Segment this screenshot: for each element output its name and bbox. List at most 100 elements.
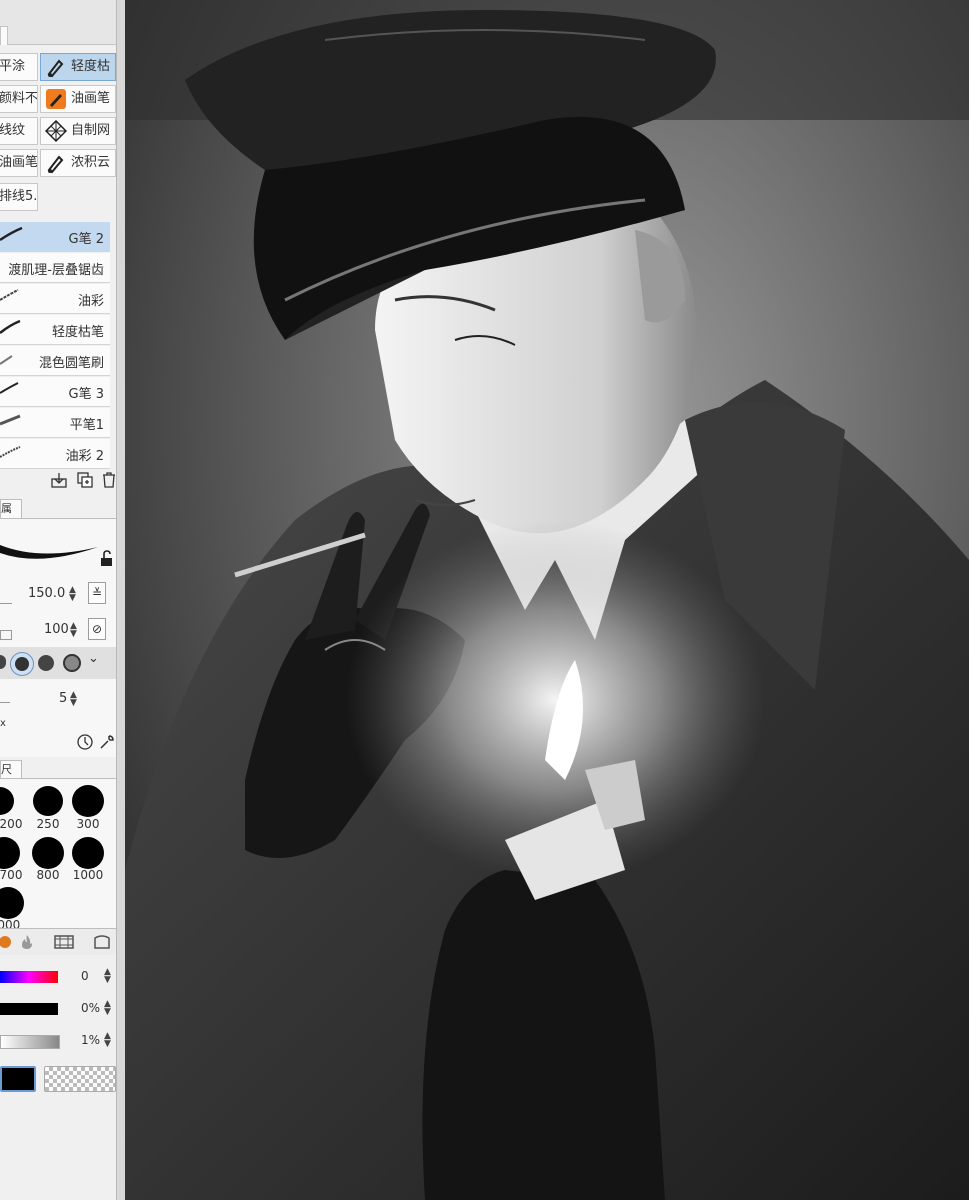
brush-item[interactable]: G笔 2 [0, 222, 110, 252]
stabilization-value[interactable]: 5 [59, 691, 67, 706]
subtool-light-dry[interactable]: 轻度枯 [40, 53, 116, 81]
opacity-spinner[interactable]: ▲ ▼ [70, 622, 80, 639]
size-preset-label: 700 [0, 868, 23, 882]
artwork [125, 0, 969, 1200]
brush-size-panel: 200 250 300 700 800 1000 1000 [0, 778, 116, 932]
subtool-oil-brush[interactable]: 油画笔 [40, 85, 116, 113]
subtool-oil[interactable]: 油画笔 [0, 149, 38, 177]
subtool-label: 浓积云 [71, 155, 111, 170]
brush-tip-option[interactable] [38, 655, 54, 671]
brush-item[interactable]: 混色圆笔刷 [0, 346, 110, 376]
canvas[interactable] [125, 0, 969, 1200]
brush-item-label: 油彩 2 [65, 449, 104, 464]
tab-brush-size[interactable]: 尺寸 [0, 760, 22, 794]
size-dynamics-button[interactable]: ≚ [88, 582, 106, 604]
hue-slider[interactable] [0, 971, 58, 983]
brush-item-label: 渡肌理-层叠锯齿 [8, 263, 104, 278]
subtool-line-texture[interactable]: 线纹 [0, 117, 38, 145]
stroke-preview-icon [0, 226, 23, 242]
stroke-preview-icon [0, 382, 19, 394]
subtool-label: 油画笔 [0, 155, 38, 170]
size-preset-label: 1000 [72, 868, 104, 882]
chevron-down-icon[interactable]: ⌄ [88, 651, 106, 673]
size-preset-dot[interactable] [32, 837, 64, 869]
brush-item[interactable]: 轻度枯笔 [0, 315, 110, 345]
subtool-label: 平涂 [0, 59, 26, 74]
subtool-flat[interactable]: 平涂 [0, 53, 38, 81]
brush-size-value[interactable]: 150.0 [28, 586, 65, 601]
brush-item-label: 混色圆笔刷 [38, 356, 104, 371]
subtool-label: 颜料不 [0, 91, 38, 106]
panel-tab[interactable] [0, 26, 8, 45]
size-preset-dot[interactable] [33, 786, 63, 816]
import-icon[interactable] [50, 471, 68, 489]
film-icon[interactable] [54, 933, 74, 951]
brush-stroke-preview [0, 545, 98, 559]
wrench-icon[interactable] [98, 733, 116, 751]
subtool-label: 排线5. [0, 189, 38, 204]
brush-item[interactable]: 平笔1 [0, 408, 110, 438]
brush-item[interactable]: G笔 3 [0, 377, 110, 407]
brush-item-label: 平笔1 [69, 418, 104, 433]
opacity-dynamics-button[interactable]: ⊘ [88, 618, 106, 640]
brush-item-label: 油彩 [77, 294, 104, 309]
size-preset-dot[interactable] [0, 787, 14, 815]
saturation-slider[interactable] [0, 1003, 58, 1015]
layer-icon[interactable] [92, 933, 110, 951]
stroke-preview-icon [0, 446, 21, 458]
stabilization-spinner[interactable]: ▲ ▼ [70, 691, 80, 708]
tab-properties[interactable]: 属性 [0, 499, 22, 533]
palette-tab-icon[interactable] [0, 933, 14, 951]
stroke-preview-icon [0, 414, 21, 426]
size-preset-dot[interactable] [72, 785, 104, 817]
brush-item[interactable]: 油彩 2 [0, 439, 110, 469]
subtool-label: 线纹 [0, 123, 26, 138]
hue-value[interactable]: 0 [81, 969, 89, 983]
size-preset-label: 300 [76, 817, 100, 831]
brush-size-spinner[interactable]: ▲ ▼ [69, 586, 79, 603]
subtool-hatch[interactable]: 排线5. [0, 183, 38, 211]
tool-panel: 平涂 轻度枯 颜料不 油画笔 线纹 自制网 油画笔 浓积云 排线5. G笔 2 … [0, 0, 125, 1200]
hue-spinner[interactable]: ▲ ▼ [104, 968, 114, 985]
brush-settings-icon[interactable] [76, 733, 94, 751]
saturation-value[interactable]: 0% [81, 1001, 100, 1015]
duplicate-icon[interactable] [76, 471, 94, 489]
brush-item[interactable]: 渡肌理-层叠锯齿 [0, 253, 110, 283]
brush-item-label: G笔 2 [68, 232, 104, 247]
panel-scrollbar[interactable] [116, 0, 125, 1200]
brush-item-label: G笔 3 [68, 387, 104, 402]
size-preset-label: 200 [0, 817, 23, 831]
stroke-preview-icon [0, 289, 19, 301]
value-slider[interactable] [0, 1035, 60, 1049]
value-value[interactable]: 1% [81, 1033, 100, 1047]
subtool-label: 轻度枯 [71, 59, 111, 74]
size-preset-dot[interactable] [72, 837, 104, 869]
panel-header [0, 0, 116, 45]
brush-item[interactable]: 油彩 [0, 284, 110, 314]
property-label: x [0, 718, 6, 729]
flame-icon[interactable] [18, 933, 36, 951]
unlock-icon[interactable] [98, 549, 116, 567]
value-spinner[interactable]: ▲ ▼ [104, 1032, 114, 1049]
subtool-cumulus[interactable]: 浓积云 [40, 149, 116, 177]
subtool-paint[interactable]: 颜料不 [0, 85, 38, 113]
oil-brush-icon [45, 88, 67, 110]
opacity-value[interactable]: 100 [44, 622, 69, 637]
brush-tip-option[interactable] [63, 654, 81, 672]
brush-icon [45, 56, 67, 78]
saturation-spinner[interactable]: ▲ ▼ [104, 1000, 114, 1017]
palette-tabs [0, 928, 116, 955]
size-preset-dot[interactable] [0, 837, 20, 869]
subtool-custom-tone[interactable]: 自制网 [40, 117, 116, 145]
size-preset-label: 250 [36, 817, 60, 831]
property-panel: 150.0 ▲ ▼ ≚ 100 ▲ ▼ ⊘ ⌄ 5 ▲ ▼ x [0, 518, 116, 757]
main-color-swatch[interactable] [0, 1066, 36, 1092]
size-preset-label: 800 [36, 868, 60, 882]
brush-tip-dot [15, 657, 29, 671]
brush-item-label: 轻度枯笔 [51, 325, 104, 340]
subtool-label: 自制网 [71, 123, 111, 138]
crosshatch-icon [44, 119, 68, 142]
subtool-label: 油画笔 [71, 91, 111, 106]
transparent-color-swatch[interactable] [44, 1066, 116, 1092]
size-preset-dot[interactable] [0, 887, 24, 919]
